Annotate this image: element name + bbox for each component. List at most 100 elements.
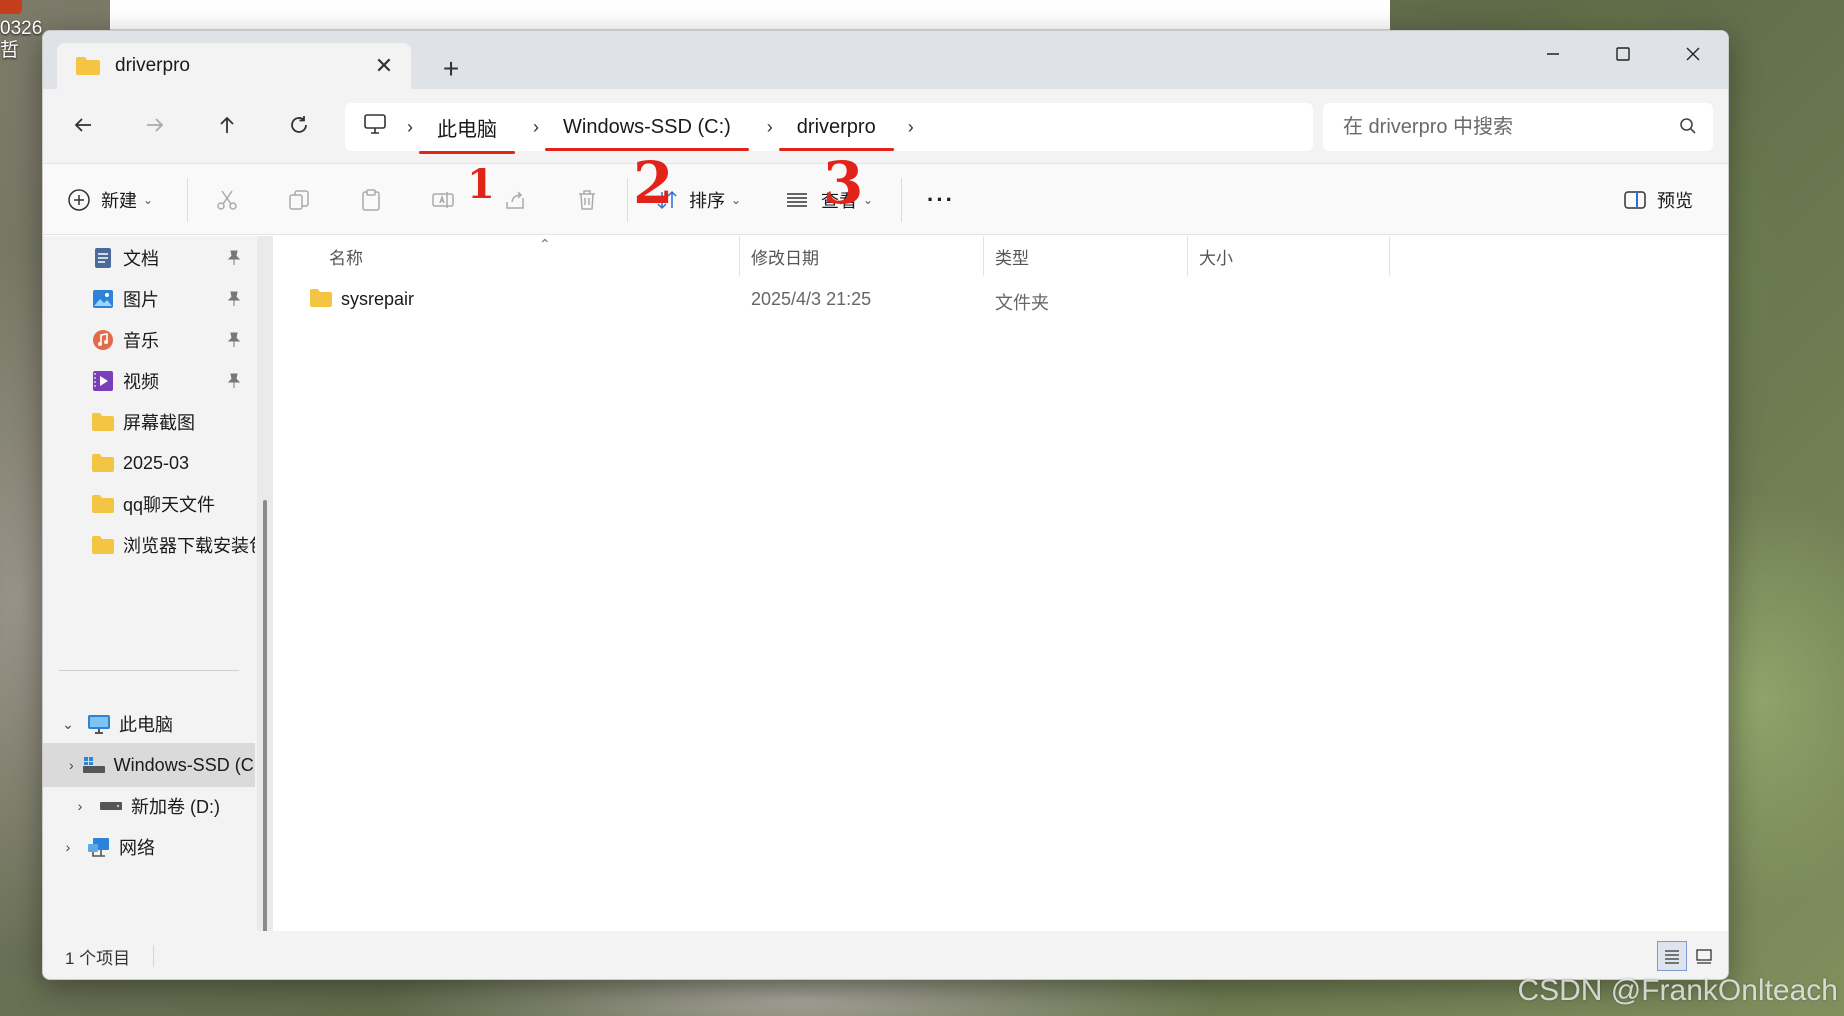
chevron-down-icon[interactable]: ⌄ <box>57 716 79 733</box>
sidebar-item-label: 网络 <box>119 838 155 858</box>
pin-icon[interactable] <box>227 332 241 348</box>
powerpoint-file-icon[interactable] <box>0 0 22 14</box>
cut-button[interactable] <box>215 182 239 218</box>
sidebar-scrollbar-thumb[interactable] <box>263 500 267 954</box>
back-button[interactable] <box>63 105 103 145</box>
details-view-button[interactable] <box>1657 941 1687 971</box>
sort-up-icon: ⌃ <box>539 236 551 252</box>
close-window-button[interactable] <box>1658 31 1728 77</box>
sort-label: 排序 <box>689 191 725 211</box>
music-icon <box>91 329 115 351</box>
column-header-modified[interactable]: 修改日期 <box>751 236 991 276</box>
crumb-driverpro[interactable]: driverpro <box>778 116 894 151</box>
minimize-button[interactable] <box>1518 31 1588 77</box>
sidebar-item-label: 音乐 <box>123 331 159 351</box>
arrow-up-icon <box>220 116 234 133</box>
sidebar-item-label: 浏览器下载安装包 <box>123 536 255 556</box>
status-divider <box>153 945 154 967</box>
sidebar-item-label: qq聊天文件 <box>123 495 216 515</box>
annotation-underline <box>419 150 515 154</box>
maximize-button[interactable] <box>1588 31 1658 77</box>
sidebar-item-label: 2025-03 <box>123 452 190 473</box>
scissors-icon <box>217 190 237 210</box>
minimize-icon <box>1547 53 1559 55</box>
maximize-icon <box>1616 47 1630 61</box>
copy-button[interactable] <box>287 182 311 218</box>
column-separator[interactable] <box>1187 236 1188 276</box>
close-tab-icon[interactable]: ✕ <box>371 53 397 79</box>
tab-title: driverpro <box>115 55 190 76</box>
preview-button[interactable]: 预览 <box>1623 182 1693 218</box>
pin-icon[interactable] <box>227 291 241 307</box>
folder-icon <box>91 411 115 433</box>
sidebar-item-label: 图片 <box>123 290 159 310</box>
sidebar-item-screenshots[interactable]: 屏幕截图 <box>43 400 255 444</box>
column-separator[interactable] <box>739 236 740 276</box>
pin-icon[interactable] <box>227 250 241 266</box>
new-button[interactable]: 新建 ⌄ <box>67 182 153 218</box>
sidebar-item-documents[interactable]: 文档 <box>43 236 255 280</box>
column-header-type[interactable]: 类型 <box>995 236 1195 276</box>
toolbar-divider <box>901 178 902 222</box>
sidebar-item-label: 屏幕截图 <box>123 413 195 433</box>
breadcrumb[interactable]: › 此电脑 › Windows-SSD (C:) › driverpro › <box>345 103 1313 154</box>
file-list: 名称 ⌃ 修改日期 类型 大小 sysrepair 2025/4/3 21:25… <box>279 236 1728 931</box>
sidebar-item-qq-files[interactable]: qq聊天文件 <box>43 482 255 526</box>
refresh-button[interactable] <box>279 105 319 145</box>
sidebar-item-network[interactable]: › 网络 <box>43 825 255 869</box>
chevron-right-icon[interactable]: › <box>57 839 79 855</box>
pin-icon[interactable] <box>227 373 241 389</box>
sidebar-item-browser-downloads[interactable]: 浏览器下载安装包 <box>43 523 255 567</box>
new-label: 新建 <box>101 191 137 211</box>
chevron-right-icon[interactable]: › <box>527 117 545 138</box>
annotation-number-1: 1 <box>467 161 495 208</box>
sidebar-item-2025-03[interactable]: 2025-03 <box>43 441 255 485</box>
crumb-this-pc[interactable]: 此电脑 <box>419 113 515 154</box>
chevron-right-icon[interactable]: › <box>69 757 74 773</box>
tab-driverpro[interactable]: driverpro ✕ <box>57 43 411 89</box>
column-separator[interactable] <box>983 236 984 276</box>
chevron-down-icon: ⌄ <box>863 193 874 207</box>
annotation-number-2: 2 <box>633 149 674 217</box>
trash-icon <box>579 190 595 210</box>
chevron-right-icon[interactable]: › <box>401 117 419 138</box>
crumb-windows-ssd[interactable]: Windows-SSD (C:) <box>545 116 749 151</box>
column-header-size[interactable]: 大小 <box>1199 236 1329 276</box>
sidebar-item-new-volume-d[interactable]: › 新加卷 (D:) <box>43 784 255 828</box>
share-button[interactable] <box>503 182 527 218</box>
file-name: sysrepair <box>341 289 415 309</box>
chevron-right-icon[interactable]: › <box>69 798 91 814</box>
sidebar-item-videos[interactable]: 视频 <box>43 359 255 403</box>
sidebar-item-label: 此电脑 <box>119 715 173 735</box>
toolbar-divider <box>627 178 628 222</box>
rename-button[interactable] <box>431 182 455 218</box>
more-options-button[interactable]: ··· <box>927 182 955 218</box>
chevron-right-icon[interactable]: › <box>902 117 920 138</box>
delete-button[interactable] <box>575 182 599 218</box>
tiles-view-button[interactable] <box>1689 941 1719 971</box>
desktop-icon-label[interactable]: 0326 哲 <box>0 18 42 62</box>
sidebar-item-windows-ssd[interactable]: › Windows-SSD (C:) <box>43 743 255 787</box>
drive-icon <box>99 795 123 817</box>
search-input[interactable] <box>1343 115 1663 139</box>
paste-button[interactable] <box>359 182 383 218</box>
clipboard-icon <box>362 189 380 211</box>
column-header-name[interactable]: 名称 ⌃ <box>329 236 739 276</box>
chevron-right-icon[interactable]: › <box>761 117 779 138</box>
share-icon <box>506 191 524 209</box>
search-box[interactable] <box>1323 103 1713 151</box>
tiles-view-icon <box>1696 949 1712 964</box>
watermark: CSDN @FrankOnlteach <box>1517 974 1838 1007</box>
sidebar-item-pictures[interactable]: 图片 <box>43 277 255 321</box>
folder-icon <box>91 452 115 474</box>
new-tab-button[interactable]: + <box>433 51 469 87</box>
up-button[interactable] <box>207 105 247 145</box>
computer-icon[interactable] <box>363 113 387 141</box>
sidebar-item-music[interactable]: 音乐 <box>43 318 255 362</box>
sidebar-item-this-pc[interactable]: ⌄ 此电脑 <box>43 702 255 746</box>
details-view-icon <box>1665 950 1679 964</box>
search-icon[interactable] <box>1679 117 1697 140</box>
forward-button[interactable] <box>135 105 175 145</box>
column-separator[interactable] <box>1389 236 1390 276</box>
table-row[interactable]: sysrepair 2025/4/3 21:25 文件夹 <box>279 280 1728 320</box>
